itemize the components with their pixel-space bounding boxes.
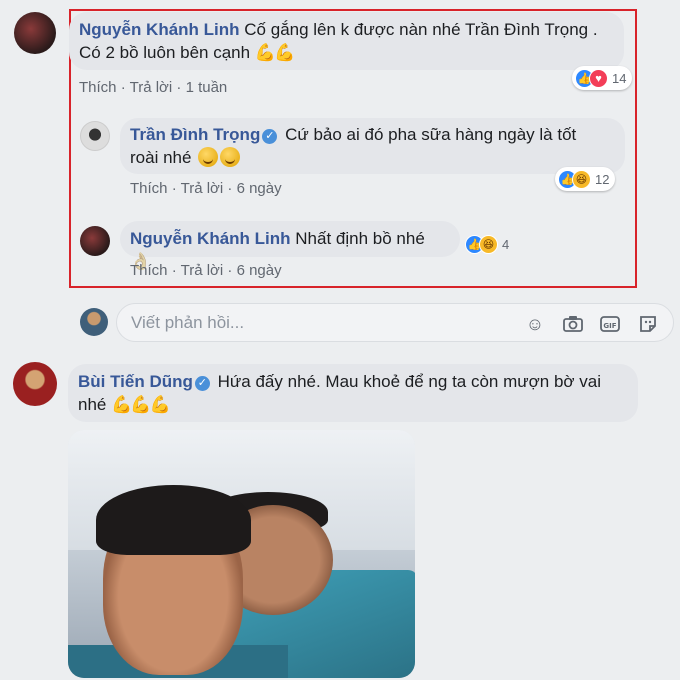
comment-text: Hứa đấy nhé. Mau khoẻ để ng ta còn mượn … xyxy=(217,372,602,391)
reply-actions: Thích · Trả lời · 6 ngày xyxy=(130,180,282,197)
reply-bubble: Nguyễn Khánh Linh Nhất định bồ nhé 👌 xyxy=(120,221,460,271)
like-link[interactable]: Thích xyxy=(130,180,168,197)
avatar[interactable] xyxy=(14,12,56,54)
reaction-count: 12 xyxy=(595,171,610,187)
verified-badge-icon: ✓ xyxy=(262,129,278,144)
avatar[interactable] xyxy=(13,362,57,406)
comment-bubble: Bùi Tiến Dũng ✓ Hứa đấy nhé. Mau khoẻ để … xyxy=(68,364,638,422)
comment-actions: Thích · Trả lời · 1 tuần xyxy=(79,79,228,96)
avatar[interactable] xyxy=(80,226,110,256)
haha-reaction-icon: 😆 xyxy=(479,234,498,254)
smile-emoji-icon xyxy=(198,147,219,167)
comment-text: nhé xyxy=(78,395,107,414)
author-name[interactable]: Nguyễn Khánh Linh xyxy=(130,229,291,248)
author-name[interactable]: Trần Đình Trọng xyxy=(130,125,260,144)
timestamp[interactable]: 6 ngày xyxy=(237,262,282,279)
reaction-summary[interactable]: 👍 ♥ 14 xyxy=(572,66,633,90)
camera-icon[interactable] xyxy=(562,313,584,335)
haha-reaction-icon: 😆 xyxy=(572,169,591,189)
avatar[interactable] xyxy=(80,121,110,151)
verified-badge-icon: ✓ xyxy=(194,376,210,391)
reply-link[interactable]: Trả lời xyxy=(181,180,224,197)
svg-text:GIF: GIF xyxy=(603,322,616,330)
reply-link[interactable]: Trả lời xyxy=(130,79,173,96)
comment-text: Cố gắng lên k được nàn nhé Trần Đình Trọ… xyxy=(244,20,598,39)
reply-placeholder: Viết phản hồi... xyxy=(131,313,245,332)
author-name[interactable]: Bùi Tiến Dũng xyxy=(78,372,193,391)
reaction-count: 4 xyxy=(502,236,510,252)
reaction-count: 14 xyxy=(612,70,627,86)
muscle-emoji-icon: 💪💪💪 xyxy=(111,395,170,414)
comment-bubble: Nguyễn Khánh Linh Cố gắng lên k được nàn… xyxy=(69,12,624,70)
timestamp[interactable]: 6 ngày xyxy=(237,180,282,197)
reply-link[interactable]: Trả lời xyxy=(181,262,224,279)
comment-text: Có 2 bồ luôn bên cạnh xyxy=(79,43,251,62)
comment-photo[interactable] xyxy=(68,430,415,678)
sticker-icon[interactable] xyxy=(637,313,659,335)
emoji-icon[interactable]: ☺ xyxy=(524,313,546,335)
smile-emoji-icon xyxy=(220,147,241,167)
reply-input[interactable]: Viết phản hồi... ☺ GIF xyxy=(116,303,674,342)
reply-bubble: Trần Đình Trọng ✓ Cứ bảo ai đó pha sữa hà… xyxy=(120,118,625,174)
reply-text: roài nhé xyxy=(130,148,192,167)
timestamp[interactable]: 1 tuần xyxy=(186,79,228,96)
like-link[interactable]: Thích xyxy=(130,262,168,279)
reply-actions: Thích · Trả lời · 6 ngày xyxy=(130,262,282,279)
author-name[interactable]: Nguyễn Khánh Linh xyxy=(79,20,240,39)
gif-icon[interactable]: GIF xyxy=(599,313,621,335)
reply-text: Cứ bảo ai đó pha sữa hàng ngày là tốt xyxy=(285,125,577,144)
reply-text: Nhất định bồ nhé xyxy=(295,229,425,248)
photo-person xyxy=(96,485,251,555)
reaction-summary[interactable]: 👍 😆 4 xyxy=(462,232,515,256)
love-reaction-icon: ♥ xyxy=(589,68,608,88)
reaction-summary[interactable]: 👍 😆 12 xyxy=(555,167,616,191)
muscle-emoji-icon: 💪💪 xyxy=(254,43,295,62)
current-user-avatar xyxy=(80,308,108,336)
like-link[interactable]: Thích xyxy=(79,79,117,96)
